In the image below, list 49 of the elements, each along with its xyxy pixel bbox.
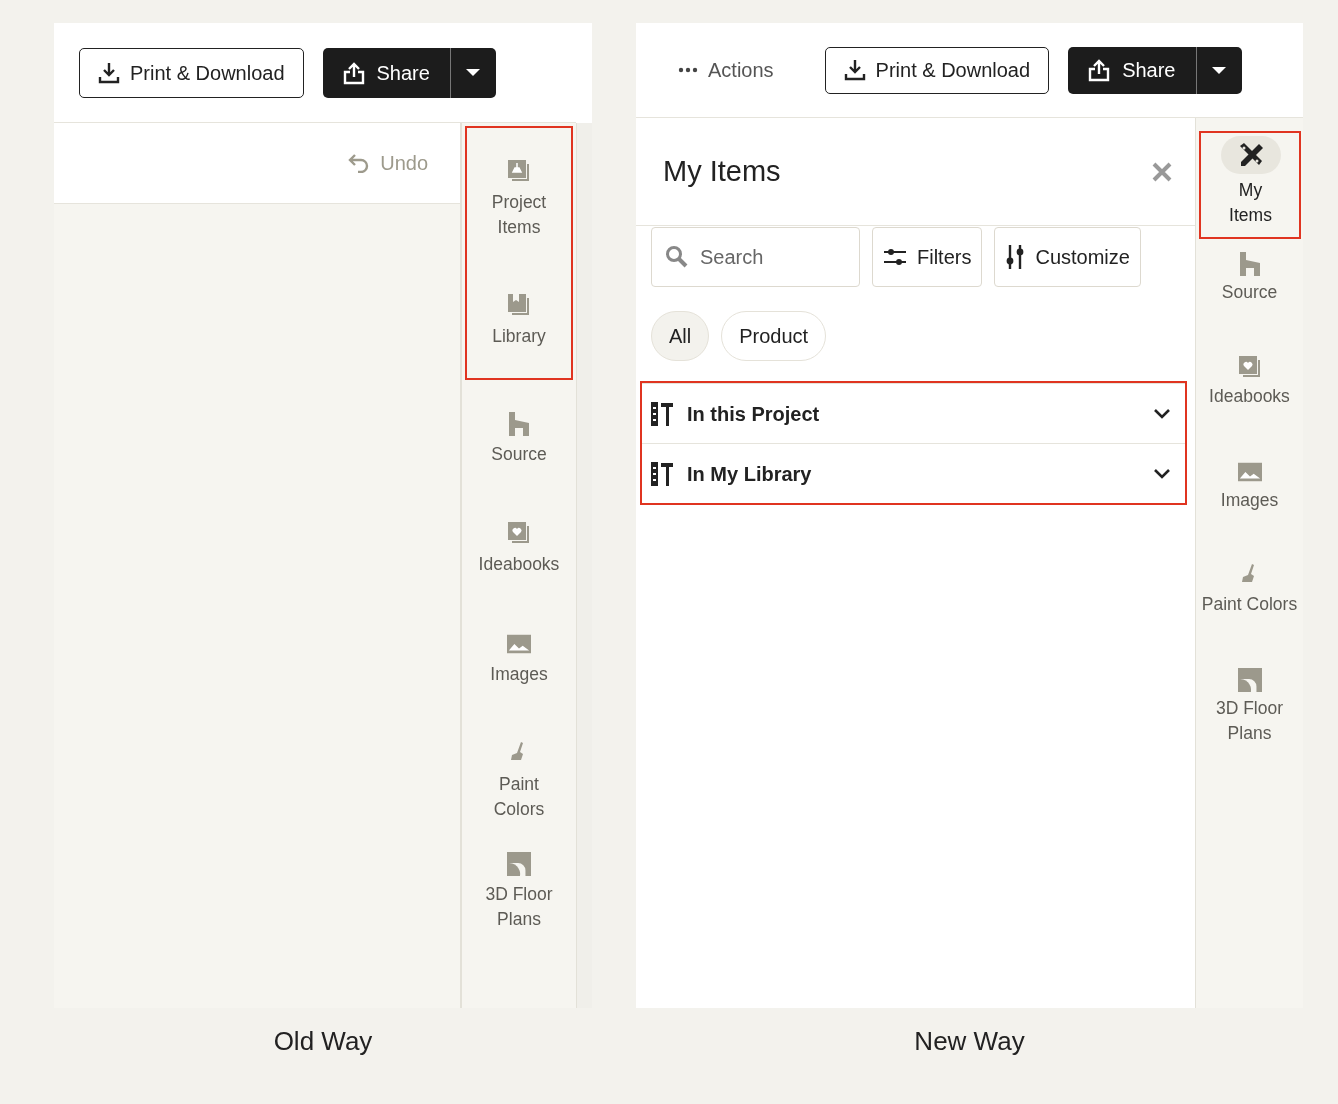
house-icon [508,412,530,436]
sidebar-item[interactable]: Images [467,600,571,710]
vertical-sliders-icon [1005,244,1026,270]
filters-button[interactable]: Filters [872,227,983,287]
customize-button[interactable]: Customize [994,227,1141,287]
tools-icon [650,400,674,427]
share-dropdown-button[interactable] [449,47,496,98]
print-download-button[interactable]: Print & Download [824,46,1050,94]
sidebar-item[interactable]: Paint Colors [467,710,571,820]
share-button[interactable]: Share [1068,46,1196,94]
sidebar-item[interactable]: 3D Floor Plans [1199,655,1300,759]
search-field[interactable]: Search [651,227,860,287]
sidebar-item[interactable]: Source [1199,239,1300,343]
sidebar-item[interactable]: Library [467,254,571,378]
sidebar-item[interactable]: 3D Floor Plans [467,820,571,930]
caption: Old Way [272,1025,374,1058]
caret-icon [1211,65,1227,75]
chevron-icon [1153,407,1171,420]
floor-plan-icon [507,851,531,877]
sidebar-item[interactable]: Ideabooks [1199,343,1300,447]
sliders-icon [883,247,907,267]
download-icon [98,61,120,84]
sidebar-item[interactable]: My Items [1200,133,1301,237]
sidebar-item[interactable]: Project Items [467,128,571,254]
filter-chip[interactable]: All [651,311,710,361]
print-download-button[interactable]: Print & Download [79,47,304,98]
undo-icon [348,153,371,173]
image-icon [1237,462,1262,482]
share-icon [342,60,365,85]
caption: New Way [913,1025,1026,1058]
sidebar-item[interactable]: Images [1199,447,1300,551]
house-icon [1238,252,1261,276]
sidebar-item[interactable]: Ideabooks [467,490,571,600]
panel-title: My Items [663,153,781,189]
floor-plan-icon [1237,667,1262,693]
tools-icon [650,460,674,487]
filter-chip[interactable]: Product [721,311,827,361]
caret-icon [465,68,482,77]
share-dropdown-button[interactable] [1195,46,1242,94]
more-icon [678,67,698,73]
chevron-icon [1153,467,1171,480]
sidebar-item[interactable]: Source [467,380,571,490]
share-icon [1088,58,1111,82]
image-icon [507,634,531,654]
download-icon [843,59,866,81]
share-button[interactable]: Share [322,47,450,98]
sidebar-item[interactable]: Paint Colors [1199,551,1300,655]
close-icon [1151,161,1173,184]
actions-button[interactable]: Actions [666,55,786,85]
